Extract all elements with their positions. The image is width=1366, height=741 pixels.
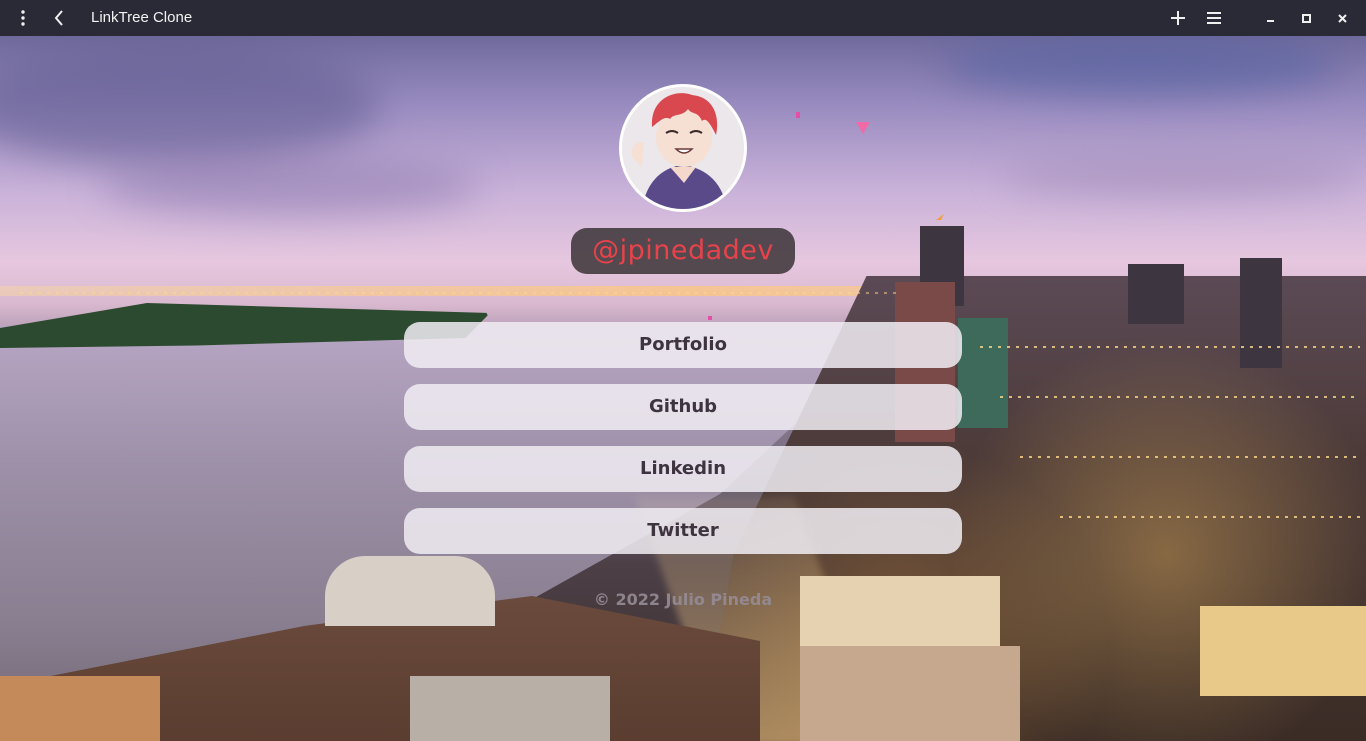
minimize-icon[interactable] [1252,0,1288,36]
anime-avatar-icon [622,87,744,209]
copyright-text: © 2022 Julio Pineda [593,590,773,609]
confetti-icon [856,122,870,134]
kebab-menu-icon[interactable] [5,0,41,36]
close-icon[interactable] [1324,0,1360,36]
title-bar: LinkTree Clone [0,0,1366,36]
avatar [619,84,747,212]
confetti-icon [796,112,800,118]
link-button-twitter[interactable]: Twitter [404,508,962,554]
link-button-portfolio[interactable]: Portfolio [404,322,962,368]
confetti-icon [708,316,712,320]
hamburger-icon[interactable] [1196,0,1232,36]
link-button-github[interactable]: Github [404,384,962,430]
maximize-icon[interactable] [1288,0,1324,36]
confetti-icon [936,214,944,220]
chevron-left-icon[interactable] [41,0,77,36]
username-badge: @jpinedadev [571,228,795,274]
window-title: LinkTree Clone [91,9,193,26]
link-button-linkedin[interactable]: Linkedin [404,446,962,492]
plus-icon[interactable] [1160,0,1196,36]
